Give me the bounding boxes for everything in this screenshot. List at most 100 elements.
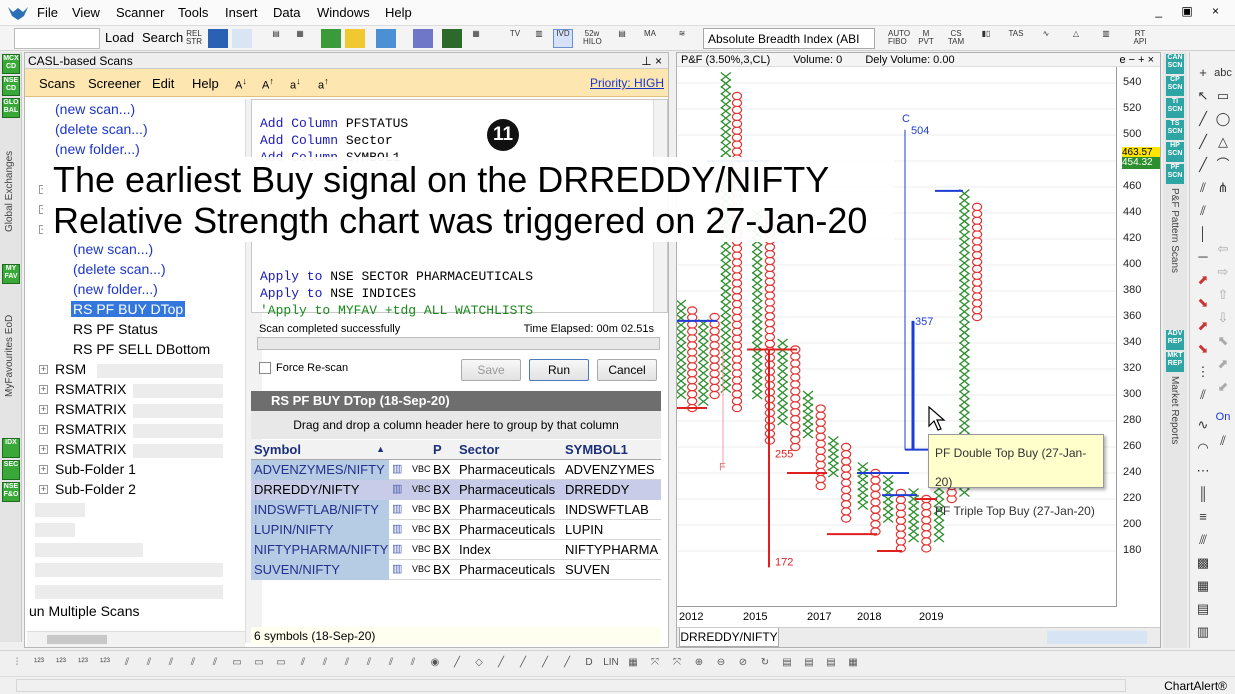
symbol-tab[interactable]: DRREDDY/NIFTY	[679, 628, 779, 647]
sort-icon[interactable]: ▤	[612, 29, 632, 48]
period-icon[interactable]: ║	[1194, 485, 1212, 503]
table-row[interactable]: LUPIN/NIFTY ▥ VBC BX Pharmaceuticals LUPIN	[251, 520, 661, 540]
line-icon[interactable]: ╱	[1194, 133, 1212, 151]
hatch-icon[interactable]: ⫻	[1194, 531, 1212, 549]
arrow-down-icon[interactable]: ⬊	[1194, 294, 1212, 312]
table-tool-icon[interactable]: ▤	[1194, 600, 1212, 618]
tv-icon[interactable]: TV	[505, 29, 525, 48]
pvt-icon[interactable]: M PVT	[916, 29, 936, 48]
nse-fo-badge[interactable]: NSE F&O	[2, 482, 20, 502]
table-row[interactable]: ADVENZYMES/NIFTY ▥ VBC BX Pharmaceuticals ADV…	[251, 460, 661, 480]
chart-icon[interactable]: ▥	[389, 500, 409, 520]
col-symbol-header[interactable]: Symbol ▲	[251, 440, 389, 460]
bottom-tool-icon[interactable]: ▭	[272, 655, 290, 671]
tas-icon[interactable]: TAS	[1006, 29, 1026, 48]
bottom-tool-icon[interactable]: ⫽	[140, 655, 158, 671]
scroll-thumb[interactable]	[47, 635, 107, 644]
tree-scan-rs-pf-status[interactable]: RS PF Status	[73, 321, 158, 337]
arrow-up2-icon[interactable]: ⇧	[1214, 286, 1232, 304]
bottom-tool-icon[interactable]: ⫽	[294, 655, 312, 671]
vbc-icon[interactable]: VBC	[409, 540, 430, 560]
chart-icon[interactable]: ▥	[389, 540, 409, 560]
bottom-tool-icon[interactable]: ▭	[228, 655, 246, 671]
channel-icon[interactable]: ⫽	[1194, 179, 1212, 197]
ma-icon[interactable]: MA	[640, 29, 660, 48]
bottom-tool-icon[interactable]: ╱	[536, 655, 554, 671]
market-reports-label[interactable]: Market Reports	[1169, 376, 1180, 476]
checkbox-box[interactable]	[259, 362, 271, 375]
bottom-tool-icon[interactable]: ╱	[492, 655, 510, 671]
bottom-tool-icon[interactable]: ¹²³	[74, 655, 92, 671]
tree-sub-new-folder[interactable]: (new folder...)	[73, 281, 158, 297]
bottom-tool-icon[interactable]: ¹²³	[96, 655, 114, 671]
bottom-tool-icon[interactable]: ¹²³	[52, 655, 70, 671]
global-badge[interactable]: GLO BAL	[2, 98, 20, 118]
sec-badge[interactable]: SEC	[2, 460, 20, 480]
force-rescan-checkbox[interactable]: Force Re-scan	[259, 362, 348, 375]
rectangle-icon[interactable]: ▭	[1214, 87, 1232, 105]
tree-folder[interactable]: Sub-Folder 1	[55, 461, 136, 477]
tree-new-scan[interactable]: (new scan...)	[55, 101, 135, 117]
small-decrease-icon[interactable]: a↓	[290, 76, 301, 92]
table-row[interactable]: NIFTYPHARMA/NIFTY ▥ VBC BX Index NIFTYPHARMA	[251, 540, 661, 560]
small-increase-icon[interactable]: a↑	[318, 76, 329, 92]
global-exchanges-label[interactable]: Global Exchanges	[4, 122, 15, 232]
chart-icon[interactable]: ▥	[389, 480, 409, 500]
tree-expand-icon[interactable]: +	[39, 445, 48, 454]
tree-expand-icon[interactable]: +	[39, 485, 48, 494]
menu-help[interactable]: Help	[385, 5, 412, 20]
bottom-tool-icon[interactable]: ◉	[426, 655, 444, 671]
idx-badge[interactable]: IDX	[2, 438, 20, 458]
ti-scn-badge[interactable]: TI SCN	[1166, 98, 1184, 118]
arrow-ur-icon[interactable]: ⬈	[1214, 355, 1232, 373]
font-increase-icon[interactable]: A↑	[262, 76, 274, 92]
table-row[interactable]: SUVEN/NIFTY ▥ VBC BX Pharmaceuticals SUVEN	[251, 560, 661, 580]
bottom-tool-icon[interactable]: ▦	[624, 655, 642, 671]
run-button[interactable]: Run	[529, 359, 589, 381]
chart-icon[interactable]: ▥	[389, 560, 409, 580]
search-button[interactable]: Search	[142, 30, 183, 45]
bottom-tool-icon[interactable]: ⫶	[8, 655, 26, 671]
tam-icon[interactable]: CS TAM	[946, 29, 966, 48]
tree-hscrollbar[interactable]	[27, 631, 245, 647]
group-by-area[interactable]: Drag and drop a column header here to gr…	[251, 411, 661, 439]
grid-tool-icon[interactable]: ▦	[1194, 577, 1212, 595]
mkt-rep-badge[interactable]: MKT REP	[1166, 352, 1184, 372]
menu-insert[interactable]: Insert	[225, 5, 258, 20]
ray-icon[interactable]: ╱	[1194, 156, 1212, 174]
col-p-header[interactable]: P	[430, 440, 456, 460]
tree-folder[interactable]: RSM	[55, 361, 86, 377]
arrow-right-icon[interactable]: ⇨	[1214, 263, 1232, 281]
cancel-button[interactable]: Cancel	[597, 359, 657, 381]
bottom-tool-icon[interactable]: ⤧	[668, 655, 686, 671]
bottom-tool-icon[interactable]: ⫽	[360, 655, 378, 671]
bottom-tool-icon[interactable]: ⫽	[206, 655, 224, 671]
bottom-tool-icon[interactable]: ╱	[448, 655, 466, 671]
wave-icon[interactable]: ∿	[1036, 29, 1056, 48]
pf-plot-area[interactable]: 504 357 255 172 C F	[677, 67, 1117, 607]
save-button[interactable]: Save	[461, 359, 521, 381]
wave-tool-icon[interactable]: ∿	[1194, 416, 1212, 434]
ts-scn-badge[interactable]: TS SCN	[1166, 120, 1184, 140]
col-symbol1-header[interactable]: SYMBOL1	[562, 440, 661, 460]
menu-view[interactable]: View	[72, 5, 100, 20]
globe-icon[interactable]	[442, 29, 462, 48]
hline-icon[interactable]: ─	[1194, 248, 1212, 266]
chart-window-buttons[interactable]: e − + ×	[1119, 53, 1154, 67]
market-icon[interactable]	[376, 29, 396, 48]
pf-scn-badge[interactable]: PF SCN	[1166, 164, 1184, 184]
bottom-tool-icon[interactable]: ¹²³	[30, 655, 48, 671]
myfav-badge[interactable]: MY FAV	[2, 264, 20, 284]
tree-expand-icon[interactable]: +	[39, 405, 48, 414]
bottom-tool-icon[interactable]: ▤	[822, 655, 840, 671]
adv-rep-badge[interactable]: ADV REP	[1166, 330, 1184, 350]
cycle-icon[interactable]: ⋯	[1194, 462, 1212, 480]
dw-icon[interactable]	[321, 29, 341, 48]
bottom-tool-icon[interactable]: ▤	[778, 655, 796, 671]
ellipse-icon[interactable]: ◯	[1214, 110, 1232, 128]
menu-tools[interactable]: Tools	[178, 5, 208, 20]
alert-icon[interactable]	[345, 29, 365, 48]
menu-windows[interactable]: Windows	[317, 5, 370, 20]
cp-scn-badge[interactable]: CP SCN	[1166, 76, 1184, 96]
bottom-tool-icon[interactable]: ⊕	[690, 655, 708, 671]
